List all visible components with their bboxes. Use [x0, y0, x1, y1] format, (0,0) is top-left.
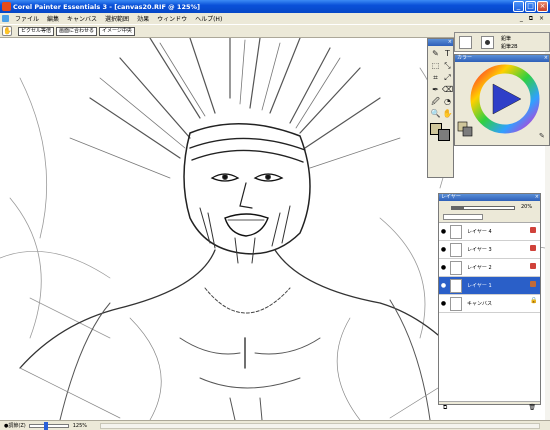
minimize-button[interactable]: _	[513, 1, 524, 12]
menu-edit[interactable]: 編集	[43, 14, 63, 23]
horizontal-scrollbar[interactable]	[100, 423, 540, 429]
close-icon[interactable]: ×	[544, 55, 548, 62]
opacity-fill	[452, 207, 465, 209]
layers-palette: レイヤー × 20% ● レイヤー 4 ● レイヤー 3 ● レイヤー 2 ● レイヤー 1 ●…	[438, 193, 541, 411]
brush-selector-bar: 鉛筆 鉛筆2B	[454, 32, 550, 52]
additional-color-swatch[interactable]	[438, 129, 450, 141]
painter-app-icon[interactable]	[2, 2, 11, 11]
menu-canvas[interactable]: キャンバス	[63, 14, 101, 23]
color-palette: カラー × ✎	[454, 54, 550, 146]
layer-name: レイヤー 4	[467, 229, 492, 235]
actual-pixels-button[interactable]: ピクセル等倍	[18, 26, 55, 36]
close-icon[interactable]: ×	[448, 39, 452, 46]
shape-tool-icon[interactable]: ⬚	[430, 60, 441, 71]
visibility-eye-icon[interactable]: ●	[439, 264, 448, 271]
layer-name: キャンバス	[467, 301, 493, 307]
layer-name: レイヤー 1	[467, 283, 492, 289]
close-button[interactable]: ×	[537, 1, 548, 12]
layer-thumbnail	[450, 224, 462, 239]
menu-effects[interactable]: 効果	[133, 14, 153, 23]
magnifier-tool-icon[interactable]: 🔍	[430, 108, 441, 119]
color-palette-header[interactable]: カラー ×	[455, 55, 549, 62]
opacity-slider[interactable]	[451, 206, 515, 210]
layers-palette-title: レイヤー	[441, 194, 461, 200]
layer-thumbnail	[450, 278, 462, 293]
layer-icon	[530, 245, 536, 251]
brush-category-icon[interactable]	[459, 36, 472, 49]
visibility-eye-icon[interactable]: ●	[439, 228, 448, 235]
layer-icon	[530, 263, 536, 269]
zoom-slider[interactable]	[28, 421, 69, 430]
layer-name: レイヤー 2	[467, 265, 492, 271]
pen-tool-icon[interactable]: ✒	[430, 84, 441, 95]
zoom-label: ●調節(Z)	[4, 423, 26, 429]
visibility-eye-icon[interactable]: ●	[439, 282, 448, 289]
layer-row[interactable]: ● レイヤー 1	[439, 277, 540, 295]
color-palette-title: カラー	[457, 55, 473, 61]
app-window: Corel Painter Essentials 3 - [canvas20.R…	[0, 0, 550, 430]
layer-footer: ⧉ 🗑	[439, 401, 540, 412]
lock-icon: 🔒	[530, 297, 538, 304]
toolbox-palette: × ✎ T ⬚ ⤡ ⌗ ⤢ ✒ ⌫ 🖉 ◔ 🔍 ✋	[427, 38, 454, 178]
layer-row[interactable]: ● レイヤー 3	[439, 241, 540, 259]
layer-list: ● レイヤー 4 ● レイヤー 3 ● レイヤー 2 ● レイヤー 1 ● キャンバス 🔒	[439, 223, 540, 401]
grabber-tool-icon[interactable]: ✋	[442, 108, 453, 119]
layer-row[interactable]: ● キャンバス 🔒	[439, 295, 540, 313]
composite-method-select[interactable]	[443, 214, 483, 220]
layer-thumbnail	[450, 296, 462, 311]
zoom-slider-thumb[interactable]	[43, 421, 48, 430]
brush-variant-label: 鉛筆2B	[501, 44, 518, 50]
dropper-icon[interactable]: ✎	[539, 132, 545, 140]
menu-help[interactable]: ヘルプ(H)	[191, 14, 226, 23]
tool-grid: ✎ T ⬚ ⤡ ⌗ ⤢ ✒ ⌫ 🖉 ◔ 🔍 ✋	[428, 46, 454, 121]
brush-category-label: 鉛筆	[501, 36, 512, 42]
toolbox-header[interactable]: ×	[428, 39, 453, 46]
selection-tool-icon[interactable]: ⤡	[442, 60, 453, 71]
delete-layer-icon[interactable]: 🗑	[528, 404, 536, 411]
layer-icon	[530, 227, 536, 233]
fit-to-screen-button[interactable]: 画面に合わせる	[56, 26, 98, 36]
menu-file[interactable]: ファイル	[11, 14, 43, 23]
menu-window[interactable]: ウィンドウ	[153, 14, 191, 23]
layer-row[interactable]: ● レイヤー 4	[439, 223, 540, 241]
layers-palette-header[interactable]: レイヤー ×	[439, 194, 540, 201]
layer-thumbnail	[450, 242, 462, 257]
opacity-value: 20%	[521, 204, 533, 210]
color-swatches	[430, 123, 452, 141]
title-bar: Corel Painter Essentials 3 - [canvas20.R…	[0, 0, 550, 13]
status-bar: ●調節(Z) 125%	[0, 420, 550, 430]
window-title: Corel Painter Essentials 3 - [canvas20.R…	[13, 2, 200, 11]
window-controls: _ □ ×	[513, 1, 548, 12]
menu-select[interactable]: 選択範囲	[101, 14, 133, 23]
brush-tool-icon[interactable]: ✎	[430, 48, 441, 59]
layer-icon	[530, 281, 536, 287]
color-wheel[interactable]: ✎	[455, 62, 549, 145]
saturation-triangle[interactable]	[492, 83, 522, 115]
transform-tool-icon[interactable]: ⤢	[442, 72, 453, 83]
layer-row[interactable]: ● レイヤー 2	[439, 259, 540, 277]
additional-color-swatch[interactable]	[462, 126, 473, 137]
document-window-controls[interactable]: _ ⧉ ×	[520, 15, 546, 23]
eraser-tool-icon[interactable]: ⌫	[442, 84, 453, 95]
crop-tool-icon[interactable]: ⌗	[430, 72, 441, 83]
zoom-value: 125%	[72, 422, 87, 429]
visibility-eye-icon[interactable]: ●	[439, 300, 448, 307]
document-icon[interactable]	[2, 15, 9, 22]
fill-tool-icon[interactable]: ◔	[442, 96, 453, 107]
layer-controls: 20%	[439, 201, 540, 223]
layer-thumbnail	[450, 260, 462, 275]
dropper-tool-icon[interactable]: 🖉	[430, 96, 441, 107]
text-tool-icon[interactable]: T	[442, 48, 453, 59]
close-icon[interactable]: ×	[535, 194, 539, 201]
brush-dab-icon	[485, 40, 490, 45]
maximize-button[interactable]: □	[525, 1, 536, 12]
layer-name: レイヤー 3	[467, 247, 492, 253]
layer-options-icon[interactable]: ⧉	[443, 404, 447, 412]
menu-bar: ファイル 編集 キャンバス 選択範囲 効果 ウィンドウ ヘルプ(H) _ ⧉ ×	[0, 13, 550, 24]
grabber-icon[interactable]: ✋	[2, 26, 12, 36]
visibility-eye-icon[interactable]: ●	[439, 246, 448, 253]
center-image-button[interactable]: イメージ中央	[99, 26, 135, 36]
